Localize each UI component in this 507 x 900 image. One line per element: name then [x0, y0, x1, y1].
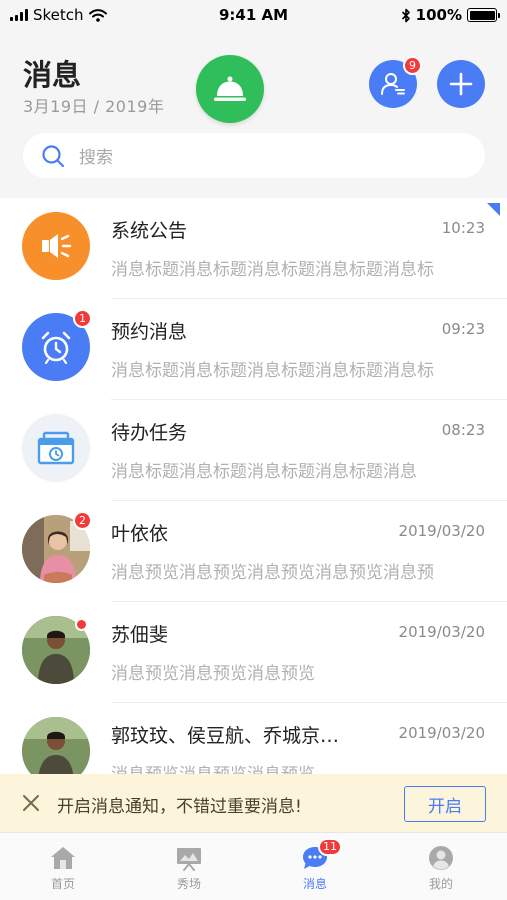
- item-time: 2019/03/20: [398, 724, 485, 742]
- tab-label: 消息: [302, 877, 327, 891]
- item-time: 2019/03/20: [398, 623, 485, 641]
- item-title: 叶依依: [111, 523, 169, 545]
- contacts-badge: 9: [403, 56, 422, 75]
- item-title: 预约消息: [111, 321, 188, 343]
- list-item[interactable]: 待办任务 08:23 消息标题消息标题消息标题消息标题消息: [0, 400, 507, 501]
- tab-showroom[interactable]: 秀场: [126, 833, 252, 900]
- notification-banner: 开启消息通知，不错过重要消息! 开启: [0, 774, 507, 832]
- tab-label: 首页: [50, 877, 75, 891]
- close-icon[interactable]: [21, 793, 41, 813]
- avatar: 2: [22, 511, 92, 583]
- cloche-button[interactable]: [196, 55, 264, 123]
- avatar: [22, 414, 90, 482]
- alarm-clock-icon: [41, 331, 71, 364]
- avatar: [22, 616, 90, 684]
- unread-dot: [75, 618, 88, 631]
- list-item[interactable]: 系统公告 10:23 消息标题消息标题消息标题消息标题消息标: [0, 198, 507, 299]
- contacts-icon: [381, 73, 405, 95]
- plus-icon: [449, 72, 473, 96]
- page-date: 3月19日 / 2019年: [23, 97, 165, 116]
- pinned-marker: [487, 203, 500, 216]
- megaphone-icon: [42, 234, 72, 258]
- home-icon: [51, 847, 75, 869]
- list-item[interactable]: 2 叶依依 2019/03/20 消息预览消息预览消息预览消息预览消息预: [0, 501, 507, 602]
- item-time: 09:23: [441, 320, 485, 338]
- search-icon: [42, 144, 65, 167]
- tab-bar: 首页 秀场 11 消息 我的: [0, 832, 507, 900]
- enable-notifications-button[interactable]: 开启: [404, 786, 486, 822]
- battery-percent: 100%: [415, 6, 462, 24]
- tab-label: 秀场: [176, 877, 201, 891]
- avatar: 1: [22, 309, 92, 381]
- item-title: 苏佃斐: [111, 624, 169, 646]
- status-bar: Sketch 9:41 AM 100%: [0, 0, 507, 30]
- item-preview: 消息标题消息标题消息标题消息标题消息标: [111, 361, 434, 381]
- cloche-icon: [214, 76, 246, 101]
- battery-info: 100%: [401, 6, 500, 24]
- item-title: 待办任务: [111, 422, 188, 444]
- search-placeholder: 搜索: [79, 148, 113, 168]
- item-time: 10:23: [441, 219, 485, 237]
- list-item[interactable]: 苏佃斐 2019/03/20 消息预览消息预览消息预览: [0, 602, 507, 703]
- profile-icon: [429, 846, 453, 870]
- list-item[interactable]: 1 预约消息 09:23 消息标题消息标题消息标题消息标题消息标: [0, 299, 507, 400]
- item-preview: 消息预览消息预览消息预览: [111, 664, 315, 684]
- avatar: [22, 212, 90, 280]
- unread-badge: 1: [73, 309, 92, 328]
- page-title: 消息: [23, 58, 82, 92]
- tab-home[interactable]: 首页: [0, 833, 126, 900]
- item-time: 08:23: [441, 421, 485, 439]
- item-title: 郭玟玟、侯豆航、乔城京…: [111, 725, 340, 747]
- item-preview: 消息预览消息预览消息预览消息预览消息预: [111, 563, 434, 583]
- item-time: 2019/03/20: [398, 522, 485, 540]
- header: 消息 3月19日 / 2019年 9 搜索: [0, 30, 507, 198]
- item-preview: 消息标题消息标题消息标题消息标题消息标: [111, 260, 434, 280]
- battery-icon: [467, 8, 500, 22]
- search-input[interactable]: 搜索: [23, 133, 485, 178]
- tab-badge: 11: [318, 838, 342, 856]
- showroom-icon: [177, 848, 201, 871]
- add-button[interactable]: [437, 60, 485, 108]
- notice-text: 开启消息通知，不错过重要消息!: [57, 797, 302, 817]
- todo-box-icon: [37, 431, 75, 465]
- item-preview: 消息标题消息标题消息标题消息标题消息: [111, 462, 417, 482]
- item-title: 系统公告: [111, 220, 188, 242]
- unread-badge: 2: [73, 511, 92, 530]
- bluetooth-icon: [401, 8, 410, 22]
- tab-profile[interactable]: 我的: [378, 833, 504, 900]
- tab-label: 我的: [428, 877, 453, 891]
- tab-messages[interactable]: 11 消息: [252, 833, 378, 900]
- message-list: 系统公告 10:23 消息标题消息标题消息标题消息标题消息标 1 预约消息 09…: [0, 198, 507, 804]
